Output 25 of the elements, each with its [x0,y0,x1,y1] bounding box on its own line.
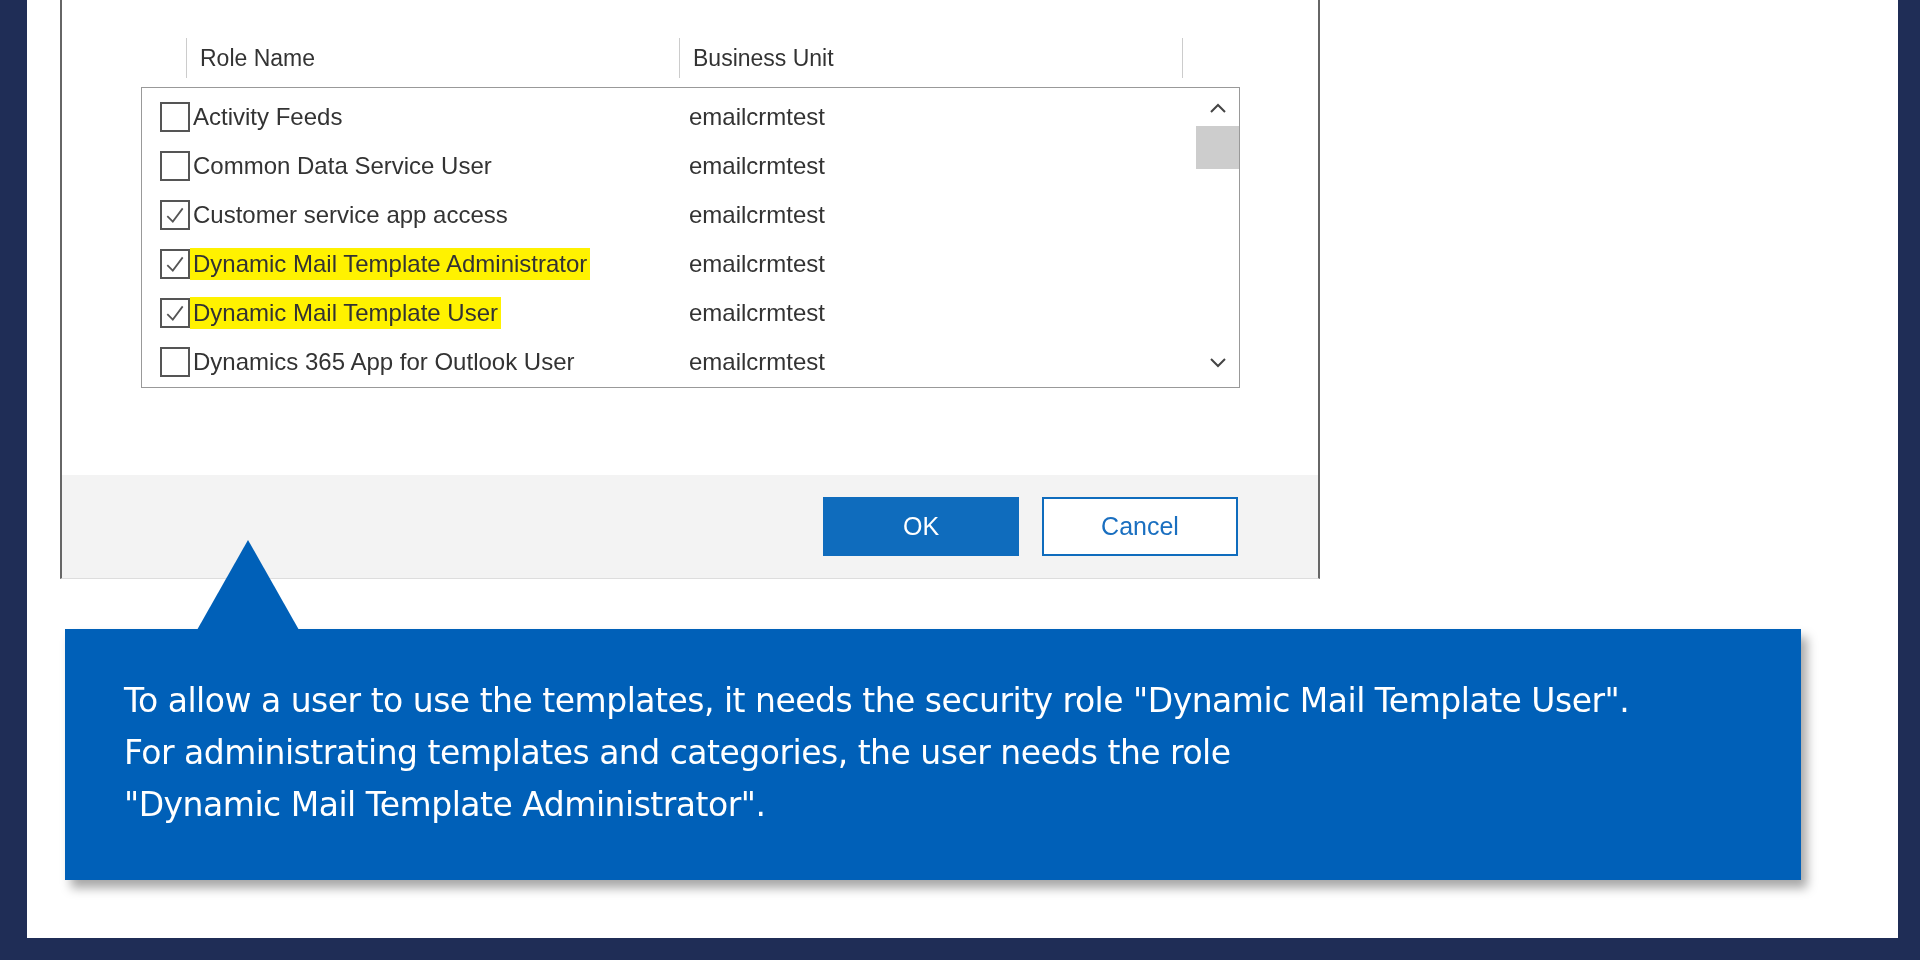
checkbox[interactable] [160,346,190,377]
business-unit: emailcrmtest [689,347,826,376]
role-name: Dynamics 365 App for Outlook User [192,346,576,377]
role-name: Customer service app access [192,199,509,230]
checkbox[interactable] [160,101,190,132]
business-unit: emailcrmtest [689,298,826,327]
scroll-down-icon[interactable] [1207,357,1228,369]
checkbox[interactable] [160,199,190,230]
role-name: Activity Feeds [192,101,344,132]
checkbox[interactable] [160,150,190,181]
callout-text: To allow a user to use the templates, it needs the security role "Dynamic Mail Template User". For administrating templates and categories, the user needs the role "Dynamic Mail Template Administrator". [124,680,1631,826]
business-unit: emailcrmtest [689,151,826,180]
business-unit: emailcrmtest [689,200,826,229]
column-header[interactable]: Role Name [200,44,316,72]
scroll-thumb[interactable] [1196,126,1239,169]
cancel-button[interactable]: Cancel [1042,497,1238,556]
ok-button[interactable]: OK [823,497,1019,556]
role-name: Common Data Service User [192,150,493,181]
checkbox[interactable] [160,297,190,328]
business-unit: emailcrmtest [689,102,826,131]
business-unit: emailcrmtest [689,249,826,278]
role-name: Dynamic Mail Template User [190,296,501,329]
role-name: Dynamic Mail Template Administrator [190,247,591,280]
checkbox[interactable] [160,248,190,279]
column-header[interactable]: Business Unit [693,44,834,72]
